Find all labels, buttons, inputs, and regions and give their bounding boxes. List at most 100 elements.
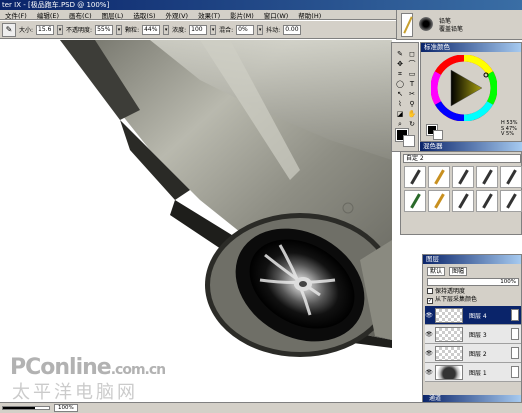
brush-variant-7[interactable] xyxy=(428,190,450,212)
grain-field[interactable]: 44% xyxy=(142,24,161,35)
paint-bucket-tool-icon[interactable]: ◪ xyxy=(394,109,406,119)
layer-name: 图层 2 xyxy=(469,350,487,358)
jitter-field[interactable]: 0.00 xyxy=(283,24,302,35)
jitter-label: 抖动: xyxy=(266,27,281,34)
menu-effects[interactable]: 效果(T) xyxy=(197,10,221,20)
menu-select[interactable]: 选取(S) xyxy=(132,10,156,20)
layer-row[interactable]: 👁 图层 3 xyxy=(425,325,521,344)
brush-variant-3[interactable] xyxy=(452,166,474,188)
crop-tool-icon[interactable]: ⌗ xyxy=(394,69,406,79)
size-dropdown[interactable]: ▾ xyxy=(57,24,64,35)
eraser-tool-icon[interactable]: ◻ xyxy=(406,49,418,59)
visibility-eye-icon[interactable]: 👁 xyxy=(425,350,433,357)
panel-additional-color[interactable] xyxy=(433,130,443,140)
blend-field[interactable]: 0% xyxy=(236,24,255,35)
text-tool-icon[interactable]: T xyxy=(406,79,418,89)
layer-name: 图层 4 xyxy=(469,312,487,320)
brush-variant-10[interactable] xyxy=(500,190,522,212)
layer-name: 图层 1 xyxy=(469,369,487,377)
opacity-field[interactable]: 55% xyxy=(95,24,114,35)
blend-label: 混合: xyxy=(219,27,234,34)
pen-tool-icon[interactable]: ✎ xyxy=(394,49,406,59)
layer-row[interactable]: 👁 图层 2 xyxy=(425,344,521,363)
status-bar: 100% xyxy=(0,402,522,413)
brush-variant-1[interactable] xyxy=(404,166,426,188)
density-dropdown[interactable]: ▾ xyxy=(210,24,217,35)
visibility-eye-icon[interactable]: 👁 xyxy=(425,312,433,319)
mixer-panel-title[interactable]: 混色器 xyxy=(420,142,522,151)
layer-list: 👁 图层 4 👁 图层 3 👁 图层 2 👁 图层 1 xyxy=(425,306,521,382)
menu-bar: 文件(F) 编辑(E) 画布(C) 图层(L) 选取(S) 外观(V) 效果(T… xyxy=(0,10,400,20)
dropper-tool-icon[interactable]: ⚲ xyxy=(406,99,418,109)
layer-thumbnail xyxy=(435,307,463,323)
color-panel: 标准颜色 H 53% S 47% V 5% xyxy=(420,42,522,142)
blend-dropdown[interactable]: ▾ xyxy=(257,24,264,35)
menu-edit[interactable]: 编辑(E) xyxy=(36,10,60,20)
layer-mask-icon xyxy=(511,309,519,321)
opacity-dropdown[interactable]: ▾ xyxy=(116,24,123,35)
composite-method-select[interactable]: 默认 xyxy=(427,267,446,276)
layer-mask-icon xyxy=(511,347,519,359)
layer-row[interactable]: 👁 图层 1 xyxy=(425,363,521,382)
rotate-page-tool-icon[interactable]: ↻ xyxy=(406,119,418,129)
preserve-transparency-checkbox[interactable]: 保持透明度 xyxy=(427,288,465,295)
brush-variant[interactable]: 覆盖铅笔 xyxy=(439,26,463,34)
menu-movie[interactable]: 影片(M) xyxy=(229,10,255,20)
brush-variant-5[interactable] xyxy=(500,166,522,188)
layer-thumbnail xyxy=(435,326,463,342)
layer-row[interactable]: 👁 图层 4 xyxy=(425,306,521,325)
zoom-slider[interactable] xyxy=(2,406,50,410)
property-bar: ✎ 大小: 15.6 ▾ 不透明度: 55% ▾ 颗粒: 44% ▾ 浓度: 100 ▾… xyxy=(0,21,396,39)
brush-variant-8[interactable] xyxy=(452,190,474,212)
color-panel-title[interactable]: 标准颜色 xyxy=(421,43,521,52)
scissors-tool-icon[interactable]: ✂ xyxy=(406,89,418,99)
brush-selector[interactable]: 铅笔 覆盖铅笔 xyxy=(396,10,522,40)
menu-layer[interactable]: 图层(L) xyxy=(101,10,125,20)
brush-tool-icon[interactable]: ⌇ xyxy=(394,99,406,109)
additional-color-swatch[interactable] xyxy=(403,135,415,147)
layer-mask-icon xyxy=(511,328,519,340)
menu-canvas[interactable]: 画布(C) xyxy=(68,10,93,20)
pencil-category-icon[interactable] xyxy=(401,13,413,37)
composite-depth-select[interactable]: 图幅 xyxy=(449,267,468,276)
shape-select-tool-icon[interactable]: ↖ xyxy=(394,89,406,99)
brush-variant-6[interactable] xyxy=(404,190,426,212)
brush-variant-2[interactable] xyxy=(428,166,450,188)
rect-select-tool-icon[interactable]: ▭ xyxy=(406,69,418,79)
window-title: ter IX - [极品跑车.PSD @ 100%] xyxy=(0,0,522,10)
document-canvas[interactable] xyxy=(0,40,392,402)
color-swatches[interactable] xyxy=(395,128,416,147)
density-field[interactable]: 100 xyxy=(189,24,208,35)
magnifier-tool-icon[interactable]: ⌕ xyxy=(394,119,406,129)
menu-file[interactable]: 文件(F) xyxy=(4,10,28,20)
grabber-tool-icon[interactable]: ✋ xyxy=(406,109,418,119)
layer-adjust-tool-icon[interactable]: ✥ xyxy=(394,59,406,69)
menu-shapes[interactable]: 外观(V) xyxy=(165,10,190,20)
pencil-tool-icon[interactable]: ✎ xyxy=(2,22,16,37)
shape-tool-icon[interactable]: ◯ xyxy=(394,79,406,89)
size-field[interactable]: 15.6 xyxy=(36,24,55,35)
brush-variant-9[interactable] xyxy=(476,190,498,212)
layers-panel-title[interactable]: 图层 xyxy=(423,255,521,264)
menu-window[interactable]: 窗口(W) xyxy=(263,10,290,20)
hue-ring[interactable] xyxy=(430,54,498,122)
value-readout: V 5% xyxy=(501,131,514,137)
size-label: 大小: xyxy=(19,27,34,34)
brush-library-select[interactable]: 自定 2 xyxy=(403,154,521,163)
grain-dropdown[interactable]: ▾ xyxy=(163,24,170,35)
watermark-brand-name: PConline xyxy=(10,355,112,380)
preserve-transparency-label: 保持透明度 xyxy=(435,288,466,295)
visibility-eye-icon[interactable]: 👁 xyxy=(425,331,433,338)
brush-dab-icon[interactable] xyxy=(419,17,433,31)
lasso-tool-icon[interactable]: ⌒ xyxy=(406,59,418,69)
brush-variant-4[interactable] xyxy=(476,166,498,188)
layer-opacity-field[interactable]: 100% xyxy=(427,278,519,286)
visibility-eye-icon[interactable]: 👁 xyxy=(425,369,433,376)
brush-library-panel: 自定 2 xyxy=(400,151,522,235)
zoom-field[interactable]: 100% xyxy=(54,404,78,412)
pick-underlying-checkbox[interactable]: ✓ 从下层采集颜色 xyxy=(427,296,477,304)
menu-help[interactable]: 帮助(H) xyxy=(297,10,322,20)
layers-panel: 图层 默认 图幅 100% 保持透明度 ✓ 从下层采集颜色 👁 图层 4 👁 图层… xyxy=(422,254,522,404)
color-readout: H 53% S 47% V 5% xyxy=(501,120,517,138)
density-label: 浓度: xyxy=(172,27,187,34)
